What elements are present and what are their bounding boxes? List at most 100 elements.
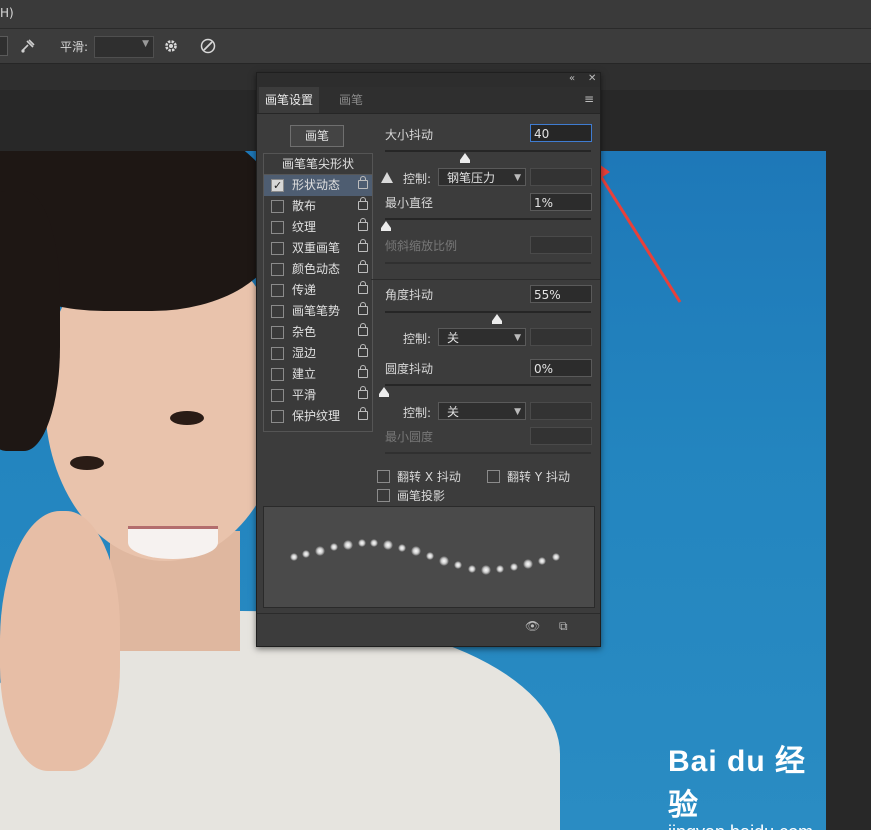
list-item-transfer[interactable]: 传递 [264,280,372,301]
checkbox[interactable] [271,242,284,255]
mouth-shape [128,526,218,559]
control-extra-field [530,402,592,420]
panel-footer: 👁 ⧉ [257,613,600,640]
lock-icon[interactable] [358,365,368,378]
checkbox[interactable] [377,470,390,483]
tab-brush-settings[interactable]: 画笔设置 [259,87,320,113]
airbrush-icon[interactable] [18,36,38,56]
lock-icon[interactable] [358,302,368,315]
brush-tip-shape-item[interactable]: 画笔笔尖形状 [264,154,372,175]
angle-jitter-slider-knob[interactable] [492,314,502,324]
roundness-jitter-slider[interactable] [385,384,591,386]
checkbox[interactable] [271,347,284,360]
tab-brushes[interactable]: 画笔 [333,87,369,113]
min-diameter-input[interactable]: 1% [530,193,592,211]
chevron-down-icon: ▼ [514,333,521,343]
checkbox[interactable] [271,221,284,234]
list-item-dual-brush[interactable]: 双重画笔 [264,238,372,259]
flip-y-label: 翻转 Y 抖动 [507,470,570,484]
control-select-pressure[interactable]: 钢笔压力 ▼ [438,168,526,186]
list-item-shape-dynamics[interactable]: 形状动态 [264,175,372,196]
roundness-jitter-slider-knob[interactable] [379,387,389,397]
menu-bar: H) [0,0,871,29]
lock-icon[interactable] [358,281,368,294]
panel-tabs: 画笔设置 画笔 ≡ [257,87,600,114]
tilt-scale-input [530,236,592,254]
lock-icon[interactable] [358,176,368,189]
brush-options-list: 画笔笔尖形状 形状动态 散布 纹理 双重画笔 颜色动态 传递 画笔笔势 杂色 湿… [263,153,373,432]
brushes-button[interactable]: 画笔 [290,125,344,147]
list-item-protect-texture[interactable]: 保护纹理 [264,406,372,427]
roundness-jitter-label: 圆度抖动 [385,362,434,376]
checkbox[interactable] [271,305,284,318]
list-item-brush-pose[interactable]: 画笔笔势 [264,301,372,322]
min-diameter-slider-knob[interactable] [381,221,391,231]
checkbox[interactable] [487,470,500,483]
tilt-scale-slider [385,262,591,264]
brush-settings-panel: « ✕ 画笔设置 画笔 ≡ 画笔 画笔笔尖形状 形状动态 散布 纹理 双重画笔 … [256,72,601,647]
list-item-scattering[interactable]: 散布 [264,196,372,217]
checkbox[interactable] [271,200,284,213]
size-jitter-slider[interactable] [385,150,591,152]
control-select-roundness[interactable]: 关 ▼ [438,402,526,420]
roundness-jitter-input[interactable]: 0% [530,359,592,377]
lock-icon[interactable] [358,260,368,273]
lock-icon[interactable] [358,344,368,357]
gear-icon[interactable] [162,37,180,55]
checkbox[interactable] [271,284,284,297]
stroke-preview-graphic [290,539,560,575]
checkbox[interactable] [271,368,284,381]
lock-icon[interactable] [358,323,368,336]
list-item-build-up[interactable]: 建立 [264,364,372,385]
size-dropdown-edge[interactable] [0,36,8,56]
hand-shape [0,511,120,771]
item-label: 散布 [292,199,317,213]
item-label: 平滑 [292,388,317,402]
panel-menu-icon[interactable]: ≡ [584,92,594,106]
select-value: 关 [447,331,460,345]
min-roundness-input [530,427,592,445]
angle-jitter-input[interactable]: 55% [530,285,592,303]
angle-jitter-slider[interactable] [385,311,591,313]
list-item-color-dynamics[interactable]: 颜色动态 [264,259,372,280]
item-label: 双重画笔 [292,241,341,255]
close-icon[interactable]: ✕ [588,73,596,84]
min-diameter-label: 最小直径 [385,196,434,210]
list-item-smoothing[interactable]: 平滑 [264,385,372,406]
symmetry-icon[interactable] [199,37,217,55]
toggle-preview-icon[interactable]: 👁 [525,619,540,633]
checkbox[interactable] [271,389,284,402]
brush-stroke-preview [263,506,595,608]
chevron-down-icon: ▼ [514,173,521,183]
checkbox[interactable] [271,263,284,276]
checkbox[interactable] [271,326,284,339]
list-item-noise[interactable]: 杂色 [264,322,372,343]
control-select-angle[interactable]: 关 ▼ [438,328,526,346]
min-diameter-slider[interactable] [385,218,591,220]
menu-partial-text[interactable]: H) [0,6,14,20]
checkbox[interactable] [377,489,390,502]
warning-icon [381,172,393,183]
item-label: 保护纹理 [292,409,341,423]
size-jitter-slider-knob[interactable] [460,153,470,163]
lock-icon[interactable] [358,239,368,252]
panel-titlebar: « ✕ [257,73,600,87]
smooth-input[interactable]: ▼ [94,36,154,58]
checkbox-checked[interactable] [271,175,284,196]
item-label: 颜色动态 [292,262,341,276]
list-item-wet-edges[interactable]: 湿边 [264,343,372,364]
control-label: 控制: [403,172,432,186]
size-jitter-input[interactable]: 40 [530,124,592,142]
item-label: 湿边 [292,346,317,360]
new-brush-icon[interactable]: ⧉ [559,619,568,634]
list-item-texture[interactable]: 纹理 [264,217,372,238]
collapse-icon[interactable]: « [569,73,575,84]
right-eye-shape [170,411,204,425]
checkbox[interactable] [271,410,284,423]
lock-icon[interactable] [358,407,368,420]
chevron-down-icon: ▼ [142,39,149,49]
lock-icon[interactable] [358,386,368,399]
control-label: 控制: [403,406,432,420]
lock-icon[interactable] [358,218,368,231]
lock-icon[interactable] [358,197,368,210]
